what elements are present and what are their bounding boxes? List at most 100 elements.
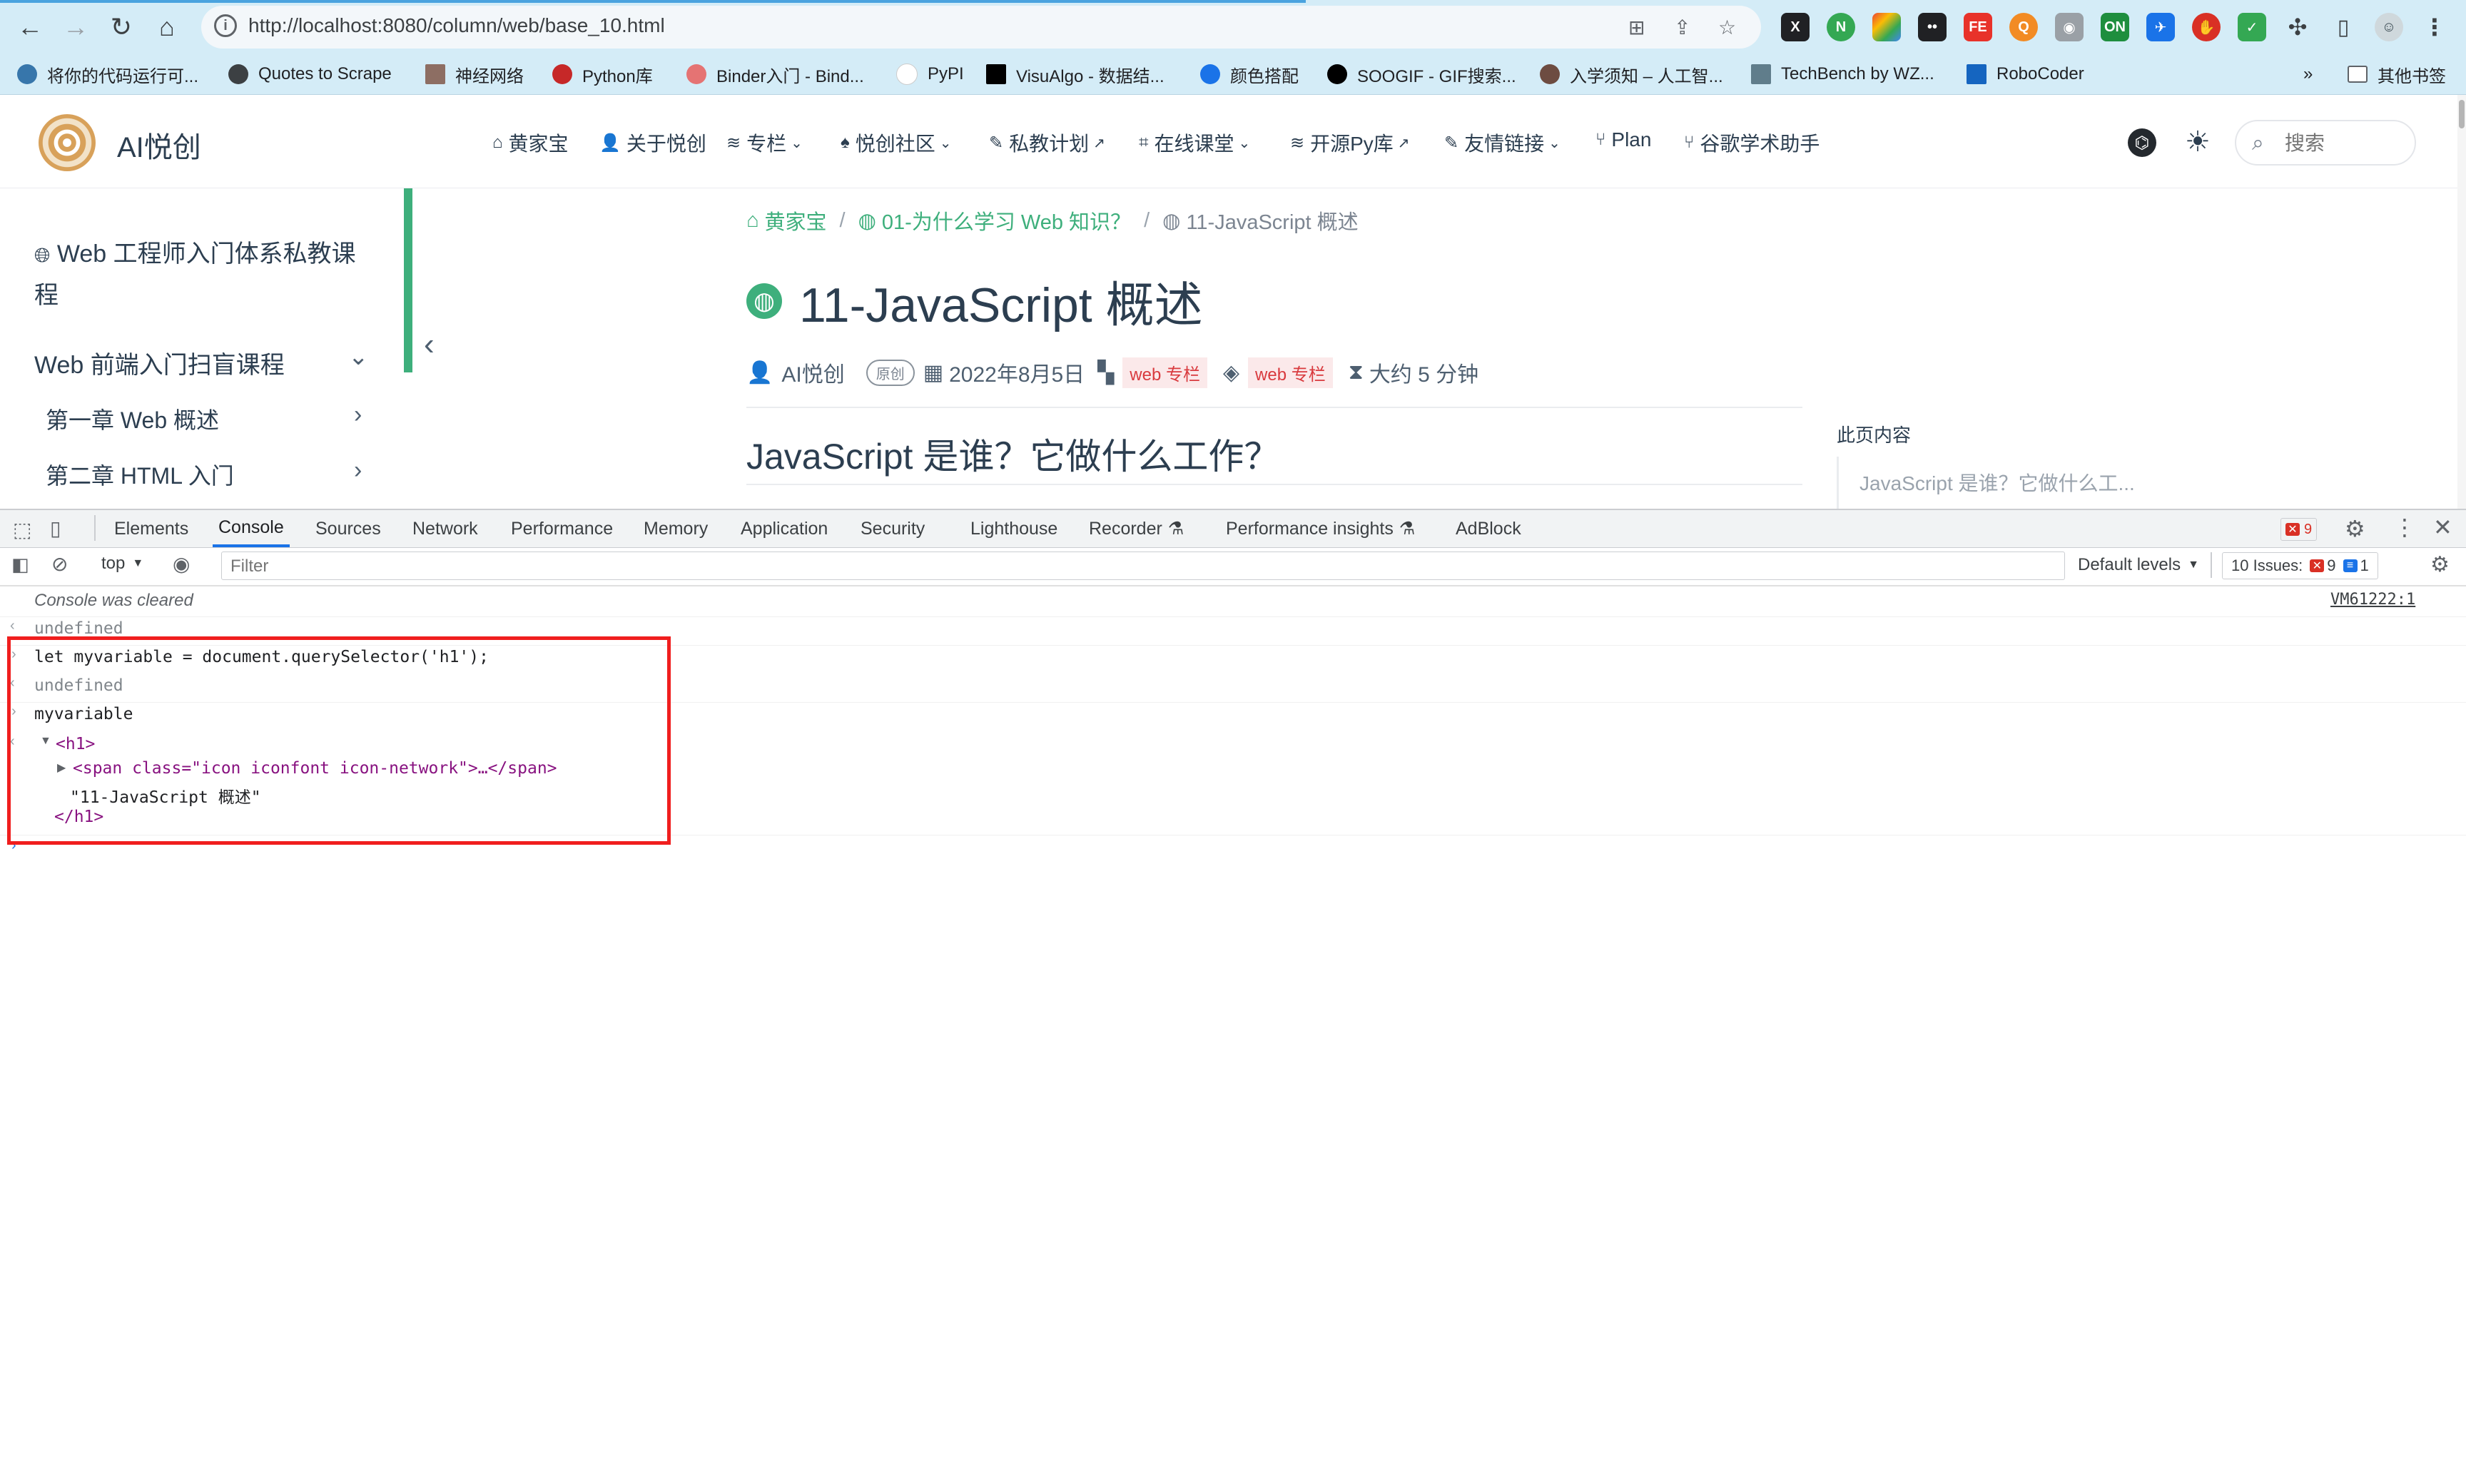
log-levels-dropdown[interactable]: Default levels ▼: [2078, 555, 2199, 575]
tab-performance[interactable]: Performance: [511, 510, 613, 547]
sidebar-item-chapter2[interactable]: 第二章 HTML 入门: [46, 458, 234, 491]
bookmark-item[interactable]: 入学须知 – 人工智...: [1540, 60, 1723, 88]
n-extension-icon[interactable]: N: [1827, 13, 1855, 41]
eye-icon[interactable]: ◉: [173, 552, 190, 576]
tab-sources[interactable]: Sources: [315, 510, 381, 547]
puzzle-icon[interactable]: ✣: [2283, 13, 2312, 41]
other-bookmarks-folder[interactable]: 其他书签: [2348, 60, 2446, 88]
bookmark-item[interactable]: SOOGIF - GIF搜索...: [1327, 60, 1516, 88]
inspect-element-icon[interactable]: ⬚: [13, 518, 31, 542]
nav-item-private[interactable]: ✎ 私教计划 ↗: [989, 128, 1105, 157]
more-options-icon[interactable]: ⋮: [2393, 514, 2416, 541]
pen-icon: ✎: [989, 133, 1004, 153]
close-icon[interactable]: ✕: [2433, 514, 2452, 541]
search-input[interactable]: [2283, 128, 2407, 158]
bookmark-item[interactable]: 神经网络: [425, 60, 524, 88]
tab-elements[interactable]: Elements: [114, 510, 188, 547]
sidebar-course-title[interactable]: 🌐︎ Web 工程师入门体系私教课: [34, 234, 356, 269]
author[interactable]: AI悦创: [781, 357, 844, 388]
breadcrumb-link[interactable]: 黄家宝: [765, 205, 827, 235]
console-settings-gear-icon[interactable]: ⚙: [2430, 552, 2450, 577]
x-extension-icon[interactable]: X: [1781, 13, 1810, 41]
tab-memory[interactable]: Memory: [644, 510, 708, 547]
color-extension-icon[interactable]: [1872, 13, 1901, 41]
tab-recorder[interactable]: Recorder ⚗: [1089, 510, 1184, 547]
github-icon[interactable]: ⌬: [2128, 128, 2156, 157]
bird-extension-icon[interactable]: ✈: [2146, 13, 2175, 41]
clear-console-icon[interactable]: ⊘: [51, 552, 68, 576]
nav-item-column[interactable]: ≋ 专栏 ⌄: [726, 128, 803, 157]
tab-lighthouse[interactable]: Lighthouse: [970, 510, 1057, 547]
bookmark-item[interactable]: TechBench by WZ...: [1751, 60, 1934, 88]
source-link[interactable]: VM61222:1: [2330, 591, 2415, 609]
camera-extension-icon[interactable]: ◉: [2055, 13, 2084, 41]
scrollbar-thumb[interactable]: [2459, 100, 2465, 128]
nav-item-friend-links[interactable]: ✎ 友情链接 ⌄: [1444, 128, 1561, 157]
bookmark-item[interactable]: Python库: [552, 60, 653, 88]
tab-security[interactable]: Security: [861, 510, 925, 547]
chevron-right-icon[interactable]: ›: [354, 457, 362, 484]
tag-badge[interactable]: web 专栏: [1248, 357, 1333, 388]
on-extension-icon[interactable]: ON: [2101, 13, 2129, 41]
bookmark-item[interactable]: Binder入门 - Bind...: [686, 60, 864, 88]
sidebar-item-chapter1[interactable]: 第一章 Web 概述: [46, 402, 219, 435]
nav-item-scholar[interactable]: ⑂ 谷歌学术助手: [1684, 128, 1820, 157]
bookmark-item[interactable]: VisuAlgo - 数据结...: [986, 60, 1164, 88]
levels-label: Default levels: [2078, 555, 2181, 574]
home-icon[interactable]: ⌂: [150, 10, 184, 44]
site-info-icon[interactable]: i: [214, 14, 237, 37]
sun-icon[interactable]: ☀: [2185, 126, 2211, 158]
breadcrumb-link[interactable]: 01-为什么学习 Web 知识？: [882, 205, 1131, 235]
toc-item[interactable]: JavaScript 是谁？它做什么工...: [1859, 468, 2135, 497]
site-title[interactable]: AI悦创: [117, 124, 201, 166]
nav-item-pylib[interactable]: ≋ 开源Py库 ↗: [1290, 128, 1410, 157]
address-bar[interactable]: i http://localhost:8080/column/web/base_…: [201, 6, 1761, 49]
settings-gear-icon[interactable]: ⚙: [2345, 515, 2365, 542]
back-arrow-icon[interactable]: ←: [13, 10, 47, 44]
share-icon[interactable]: ⇪: [1674, 16, 1690, 39]
menu-dots-icon[interactable]: ⋮: [2420, 13, 2449, 41]
adblock-extension-icon[interactable]: ✋: [2192, 13, 2221, 41]
bookmark-item[interactable]: PyPI: [896, 60, 964, 88]
site-logo[interactable]: [39, 114, 96, 171]
reload-icon[interactable]: ↻: [104, 10, 138, 44]
sidepanel-icon[interactable]: ▯: [2329, 13, 2358, 41]
bookmarks-overflow-button[interactable]: »: [2303, 60, 2313, 88]
fe-extension-icon[interactable]: FE: [1964, 13, 1992, 41]
tab-console[interactable]: Console: [213, 510, 290, 547]
context-selector[interactable]: top ▼: [101, 554, 143, 574]
error-counter[interactable]: ✕ 9: [2280, 518, 2318, 541]
sidebar-toggle-icon[interactable]: ◧: [11, 554, 29, 576]
nav-item-community[interactable]: ♠ 悦创社区 ⌄: [841, 128, 952, 157]
nav-item-online-class[interactable]: ⌗ 在线课堂 ⌄: [1139, 128, 1250, 157]
forward-arrow-icon[interactable]: →: [59, 10, 93, 44]
bookmark-item[interactable]: Quotes to Scrape: [228, 60, 392, 88]
profile-avatar[interactable]: ☺: [2375, 13, 2403, 41]
chevron-right-icon[interactable]: ›: [354, 401, 362, 429]
filter-box[interactable]: [221, 552, 2065, 580]
filter-input[interactable]: [229, 555, 2016, 578]
dots-extension-icon[interactable]: ••: [1918, 13, 1947, 41]
nav-item-about[interactable]: 👤 关于悦创: [599, 128, 706, 157]
shield-extension-icon[interactable]: ✓: [2238, 13, 2266, 41]
bookmark-item[interactable]: RoboCoder: [1967, 60, 2084, 88]
page-scrollbar[interactable]: [2457, 95, 2466, 509]
tab-application[interactable]: Application: [741, 510, 828, 547]
category-badge[interactable]: web 专栏: [1122, 357, 1207, 388]
chevron-down-icon[interactable]: ⌄: [348, 342, 369, 371]
nav-item-home[interactable]: ⌂ 黄家宝: [492, 128, 569, 157]
sidebar-section[interactable]: Web 前端入门扫盲课程: [34, 345, 285, 380]
bookmark-item[interactable]: 颜色搭配: [1200, 60, 1299, 88]
nav-item-plan[interactable]: ⑂ Plan: [1595, 128, 1651, 151]
bookmark-item[interactable]: 将你的代码运行可...: [17, 60, 198, 88]
tab-adblock[interactable]: AdBlock: [1456, 510, 1521, 547]
collapse-sidebar-icon[interactable]: ‹: [424, 327, 435, 362]
tab-network[interactable]: Network: [412, 510, 478, 547]
issues-button[interactable]: 10 Issues: ✕ 9 ≡ 1: [2222, 552, 2378, 579]
device-toolbar-icon[interactable]: ▯: [50, 517, 61, 540]
search-box[interactable]: ⌕: [2235, 120, 2416, 166]
q-extension-icon[interactable]: Q: [2009, 13, 2038, 41]
translate-icon[interactable]: ⊞: [1628, 16, 1645, 39]
bookmark-star-icon[interactable]: ☆: [1718, 16, 1736, 39]
tab-performance-insights[interactable]: Performance insights ⚗: [1226, 510, 1415, 547]
